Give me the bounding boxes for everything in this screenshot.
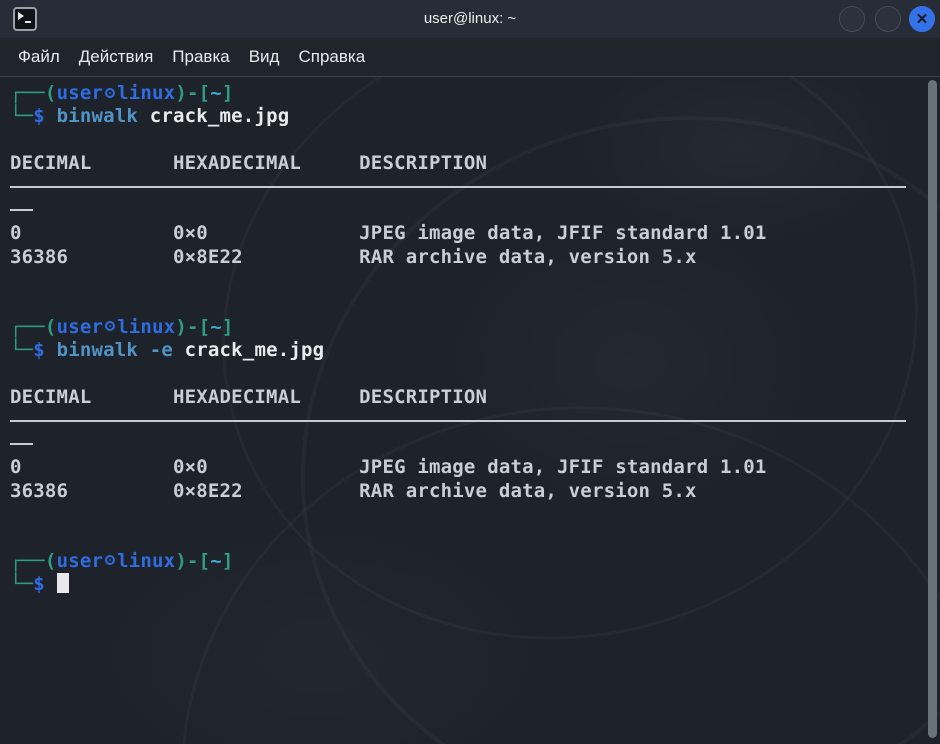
terminal-text: linux [117,550,175,572]
window-title: user@linux: ~ [0,0,940,38]
terminal-text: DECIMAL HEXADECIMAL DESCRIPTION [10,386,487,408]
terminal-text: binwalk [57,339,150,361]
terminal-line: └─$ binwalk -e crack_me.jpg [10,339,908,362]
terminal-text: )-[ [175,550,210,572]
output-row: DECIMAL HEXADECIMAL DESCRIPTION [10,152,908,175]
menu-item-2[interactable]: Действия [79,47,153,67]
output-row: 36386 0×8E22 RAR archive data, version 5… [10,480,908,503]
terminal-line: └─$ [10,573,908,596]
terminal-viewport[interactable]: ┌──(userlinux)-[~]└─$ binwalk crack_me.j… [0,76,940,744]
terminal-text [10,363,22,385]
terminal-text: linux [117,316,175,338]
separator-rule [10,443,33,445]
terminal-line [10,199,908,222]
terminal-text: linux [117,82,175,104]
terminal-text [10,129,22,151]
terminal-text: └─ [10,105,33,127]
menu-item-4[interactable]: Вид [249,47,280,67]
terminal-text: $ [33,339,56,361]
terminal-text: ~ [210,82,222,104]
terminal-text: user [57,316,104,338]
terminal-line [10,363,908,386]
terminal-line [10,269,908,292]
terminal-screen[interactable]: ┌──(userlinux)-[~]└─$ binwalk crack_me.j… [10,82,908,742]
terminal-text: crack_me.jpg [185,339,325,361]
menu-item-3[interactable]: Правка [172,47,229,67]
terminal-text: $ [33,573,56,595]
terminal-line [10,409,908,432]
terminal-line: ┌──(user linux)-[~] [10,316,908,339]
terminal-text: ] [222,82,234,104]
terminal-text: )-[ [175,316,210,338]
terminal-line [10,433,908,456]
output-row: 0 0×0 JPEG image data, JFIF standard 1.0… [10,456,908,479]
terminal-text: -e [150,339,185,361]
terminal-line [10,129,908,152]
scrollbar-thumb[interactable] [928,80,937,738]
terminal-line [10,293,908,316]
menubar: Файл Действия Правка Вид Справка [0,38,940,76]
terminal-text: )-[ [175,82,210,104]
separator-rule [10,209,33,211]
terminal-text [10,269,22,291]
terminal-text: ┌──( [10,550,57,572]
terminal-line [10,526,908,549]
terminal-text: ┌──( [10,82,57,104]
kali-symbol-icon [105,88,115,98]
terminal-text [10,526,22,548]
terminal-text: user [57,82,104,104]
terminal-text: user [57,550,104,572]
terminal-text: └─ [10,339,33,361]
terminal-text: $ [33,105,56,127]
terminal-text: ~ [210,316,222,338]
separator-rule [10,420,906,422]
terminal-text: 36386 0×8E22 RAR archive data, version 5… [10,480,697,502]
terminal-text: 36386 0×8E22 RAR archive data, version 5… [10,246,697,268]
terminal-text [10,503,22,525]
terminal-text: crack_me.jpg [150,105,290,127]
kali-symbol-icon [105,555,115,565]
terminal-line [10,176,908,199]
terminal-text: ] [222,316,234,338]
terminal-text: ┌──( [10,316,57,338]
maximize-button[interactable] [875,6,901,32]
terminal-window: user@linux: ~ ✕ Файл Действия Правка Вид Спр… [0,0,940,744]
minimize-button[interactable] [839,6,865,32]
terminal-text: 0 0×0 JPEG image data, JFIF standard 1.0… [10,456,767,478]
separator-rule [10,186,906,188]
output-row: 0 0×0 JPEG image data, JFIF standard 1.0… [10,222,908,245]
terminal-text: DECIMAL HEXADECIMAL DESCRIPTION [10,152,487,174]
close-button[interactable]: ✕ [909,6,935,32]
menu-item-1[interactable]: Файл [18,47,60,67]
terminal-text: 0 0×0 JPEG image data, JFIF standard 1.0… [10,222,767,244]
titlebar[interactable]: user@linux: ~ ✕ [0,0,940,38]
terminal-line [10,503,908,526]
terminal-line: ┌──(user linux)-[~] [10,550,908,573]
terminal-text: └─ [10,573,33,595]
terminal-text: binwalk [57,105,150,127]
output-row: 36386 0×8E22 RAR archive data, version 5… [10,246,908,269]
kali-symbol-icon [105,321,115,331]
terminal-cursor [57,573,69,593]
output-row: DECIMAL HEXADECIMAL DESCRIPTION [10,386,908,409]
terminal-text: ~ [210,550,222,572]
close-x-icon: ✕ [916,11,929,28]
menu-item-5[interactable]: Справка [298,47,365,67]
terminal-text [10,293,22,315]
terminal-line: ┌──(user linux)-[~] [10,82,908,105]
terminal-text: ] [222,550,234,572]
terminal-line: └─$ binwalk crack_me.jpg [10,105,908,128]
scrollbar-track[interactable] [926,76,938,744]
